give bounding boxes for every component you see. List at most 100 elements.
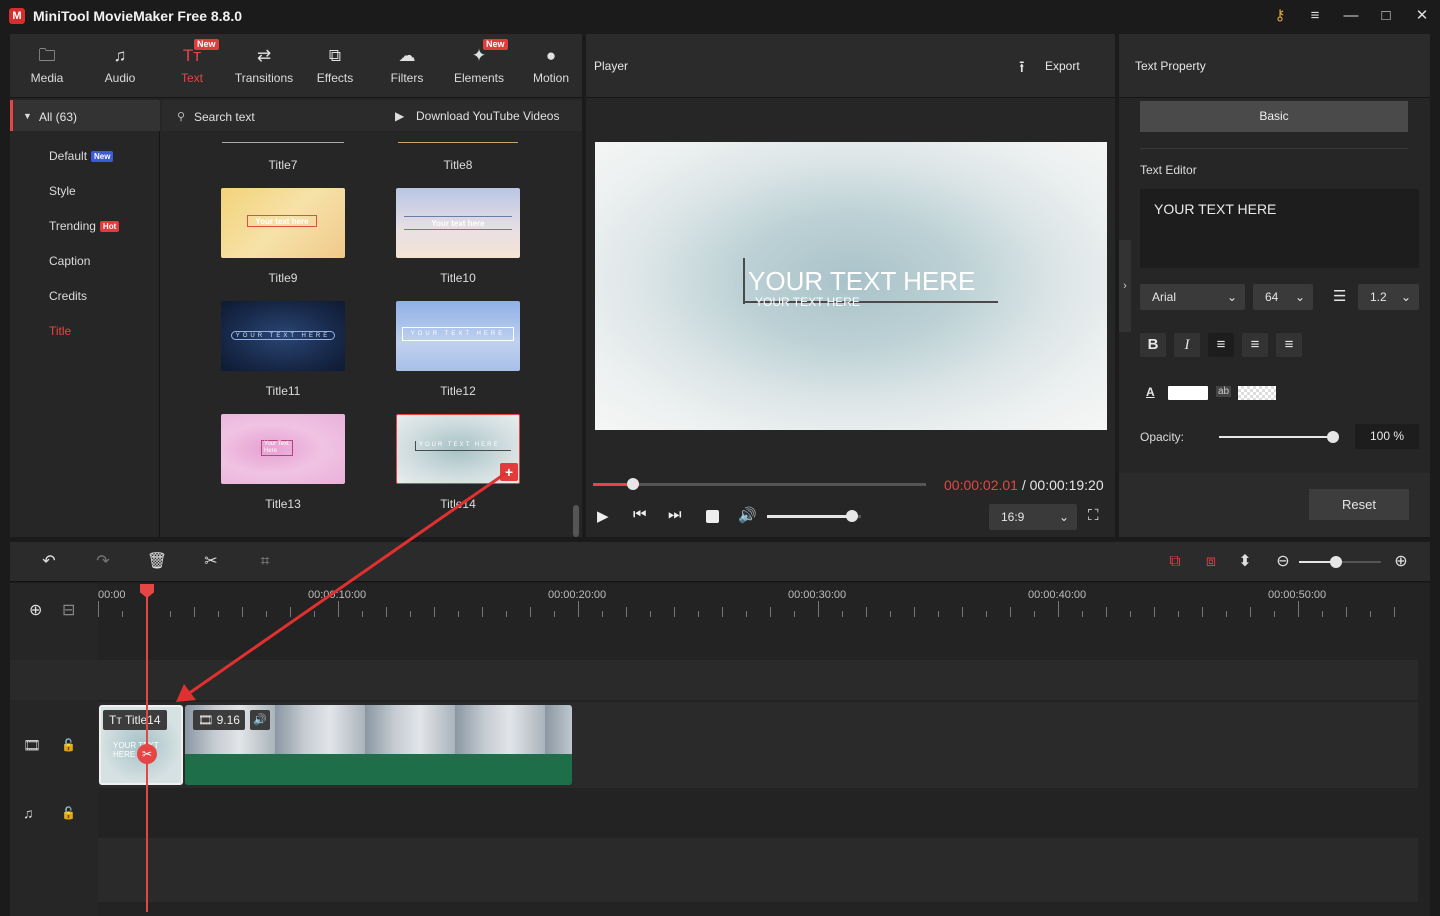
tab-text[interactable]: New Tᴛ Text bbox=[156, 34, 228, 98]
text-clip-label: Tᴛ Title14 bbox=[103, 710, 167, 730]
play-icon[interactable]: ▶ bbox=[597, 507, 609, 525]
font-size-select[interactable]: 64 ⌄ bbox=[1253, 284, 1313, 310]
opacity-input[interactable]: 100 % bbox=[1355, 424, 1419, 449]
close-icon[interactable]: ✕ bbox=[1410, 5, 1434, 27]
reset-button[interactable]: Reset bbox=[1309, 489, 1409, 520]
next-frame-icon[interactable]: ⏭ bbox=[668, 506, 682, 523]
preview-subtitle-text[interactable]: YOUR TEXT HERE bbox=[755, 295, 860, 309]
redo-icon[interactable]: ↷ bbox=[92, 551, 114, 573]
zoom-out-icon[interactable]: ⊖ bbox=[1272, 551, 1294, 573]
add-to-timeline-icon[interactable]: + bbox=[500, 463, 518, 481]
lock-icon[interactable]: 🔓 bbox=[61, 806, 76, 820]
maximize-icon[interactable]: □ bbox=[1374, 5, 1398, 27]
lock-icon[interactable]: 🔓 bbox=[61, 738, 76, 752]
tab-audio[interactable]: ♫ Audio bbox=[84, 34, 156, 98]
category-title[interactable]: Title bbox=[49, 324, 71, 338]
category-default[interactable]: Default New bbox=[49, 149, 114, 163]
volume-icon[interactable]: 🔊 bbox=[738, 506, 757, 524]
collapse-panel-handle[interactable]: › bbox=[1119, 240, 1131, 332]
tab-filters[interactable]: ☁ Filters bbox=[371, 34, 443, 98]
key-icon[interactable]: ⚷ bbox=[1268, 5, 1292, 27]
undo-icon[interactable]: ↶ bbox=[38, 551, 60, 573]
align-left-icon[interactable]: ≡ bbox=[1208, 333, 1234, 357]
previous-frame-icon[interactable]: ⏮ bbox=[633, 506, 647, 523]
text-color-swatch[interactable] bbox=[1168, 386, 1208, 400]
zoom-knob[interactable] bbox=[1330, 556, 1342, 568]
thumb-title9-text: Your text here bbox=[247, 215, 317, 227]
preview-title-text[interactable]: YOUR TEXT HERE bbox=[748, 266, 975, 297]
thumb-title10-label: Title10 bbox=[440, 271, 476, 285]
music-icon: ♫ bbox=[113, 46, 127, 65]
collapse-arrow-icon[interactable]: ▼ bbox=[23, 111, 32, 121]
italic-icon[interactable]: I bbox=[1174, 333, 1200, 357]
thumb-title12[interactable]: YOUR TEXT HERE bbox=[396, 301, 520, 371]
align-right-icon[interactable]: ≡ bbox=[1276, 333, 1302, 357]
export-icon[interactable]: ⭱ bbox=[1019, 56, 1025, 83]
clip-audio-icon[interactable]: 🔊 bbox=[250, 710, 270, 730]
category-credits[interactable]: Credits bbox=[49, 289, 87, 303]
text-property-title: Text Property bbox=[1135, 59, 1206, 73]
thumb-title9[interactable]: Your text here bbox=[221, 188, 345, 258]
playback-progress-track[interactable] bbox=[593, 478, 926, 490]
line-spacing-select[interactable]: 1.2 ⌄ bbox=[1358, 284, 1419, 310]
aspect-ratio-select[interactable]: 16:9 ⌄ bbox=[989, 504, 1077, 530]
transitions-icon: ⇄ bbox=[256, 46, 272, 65]
thumb-title14[interactable]: YOUR TEXT HERE + bbox=[396, 414, 520, 484]
zoom-in-icon[interactable]: ⊕ bbox=[1390, 551, 1412, 573]
minimize-icon[interactable]: — bbox=[1339, 5, 1363, 27]
delete-icon[interactable]: 🗑 bbox=[146, 551, 168, 573]
library-scrollbar[interactable] bbox=[573, 505, 579, 537]
category-trending[interactable]: Trending Hot bbox=[49, 219, 120, 233]
fit-timeline-icon[interactable]: ⬍ bbox=[1234, 551, 1256, 573]
category-list bbox=[10, 99, 160, 537]
youtube-icon: ▶ bbox=[395, 109, 405, 123]
align-center-icon[interactable]: ≡ bbox=[1242, 333, 1268, 357]
split-scissors-icon[interactable]: ✂ bbox=[200, 551, 222, 573]
volume-slider[interactable] bbox=[767, 510, 861, 522]
thumb-title13[interactable]: Your Text Here bbox=[221, 414, 345, 484]
download-youtube-link[interactable]: Download YouTube Videos bbox=[416, 109, 559, 123]
crop-icon[interactable]: ⌗ bbox=[254, 551, 276, 573]
tab-transitions[interactable]: ⇄ Transitions bbox=[228, 34, 300, 98]
tab-media-label: Media bbox=[30, 71, 64, 85]
thumb-edge bbox=[398, 142, 518, 143]
thumb-title10[interactable]: Your text here bbox=[396, 188, 520, 258]
fullscreen-icon[interactable]: ⛶ bbox=[1088, 507, 1099, 524]
ruler-label: 00:00:30:00 bbox=[788, 589, 847, 601]
time-ruler[interactable] bbox=[98, 583, 1418, 625]
search-input[interactable]: Search text bbox=[194, 110, 255, 124]
split-scissors-icon[interactable]: ✂ bbox=[137, 744, 157, 764]
remove-track-icon[interactable]: ⊟ bbox=[62, 600, 75, 620]
tab-basic[interactable]: Basic bbox=[1140, 101, 1408, 132]
export-button[interactable]: Export bbox=[1045, 59, 1080, 73]
video-preview: YOUR TEXT HERE YOUR TEXT HERE bbox=[595, 142, 1107, 430]
zoom-slider[interactable] bbox=[1299, 556, 1381, 568]
add-track-icon[interactable]: ⊕ bbox=[29, 600, 42, 620]
menu-icon[interactable]: ≡ bbox=[1303, 5, 1327, 27]
thumb-title12-text: YOUR TEXT HERE bbox=[402, 327, 514, 341]
category-caption[interactable]: Caption bbox=[49, 254, 90, 268]
tab-elements[interactable]: New ✦ Elements bbox=[443, 34, 515, 98]
background-color-swatch[interactable] bbox=[1238, 386, 1276, 400]
category-label: Trending bbox=[49, 219, 96, 233]
split-clip-icon[interactable]: ⧉ bbox=[1164, 551, 1186, 573]
opacity-knob[interactable] bbox=[1327, 431, 1339, 443]
tab-effects[interactable]: ⧉ Effects bbox=[299, 34, 371, 98]
stop-icon[interactable] bbox=[706, 510, 719, 523]
thumb-title11[interactable]: YOUR TEXT HERE bbox=[221, 301, 345, 371]
font-family-select[interactable]: Arial ⌄ bbox=[1140, 284, 1245, 310]
opacity-slider[interactable] bbox=[1219, 431, 1339, 443]
thumb-title7-label[interactable]: Title7 bbox=[221, 158, 345, 172]
thumb-title8-label[interactable]: Title8 bbox=[396, 158, 520, 172]
volume-knob[interactable] bbox=[846, 510, 858, 522]
playback-progress-knob[interactable] bbox=[627, 478, 639, 490]
opacity-fill bbox=[1219, 436, 1333, 438]
player-header bbox=[586, 34, 1115, 98]
tab-media[interactable]: 🗀 Media bbox=[11, 34, 83, 98]
snap-icon[interactable]: ⧈ bbox=[1200, 551, 1222, 573]
category-style[interactable]: Style bbox=[49, 184, 76, 198]
text-editor-input[interactable]: YOUR TEXT HERE bbox=[1140, 189, 1419, 268]
category-all[interactable] bbox=[10, 100, 160, 131]
bold-icon[interactable]: B bbox=[1140, 333, 1166, 357]
tab-motion[interactable]: ● Motion bbox=[515, 34, 587, 98]
